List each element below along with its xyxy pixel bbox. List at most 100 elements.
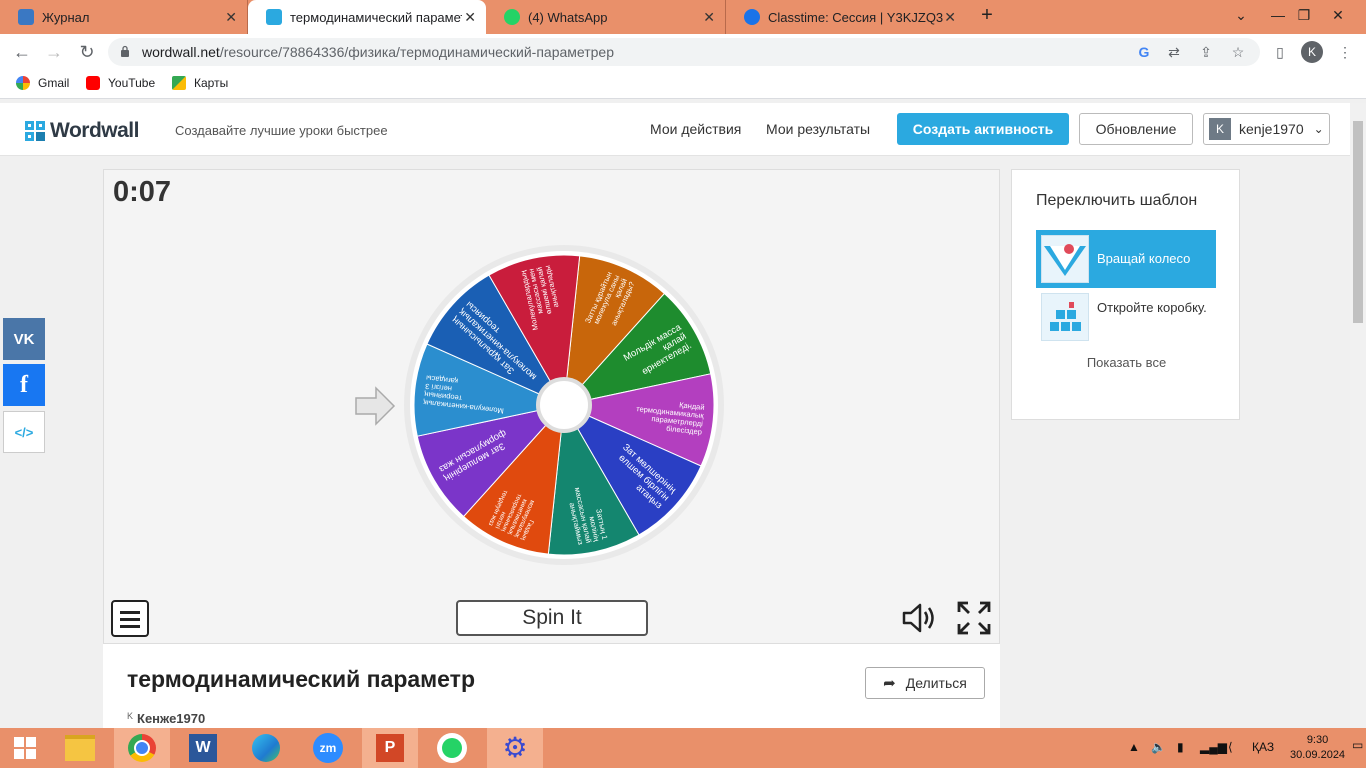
notifications-icon[interactable]: ▭ xyxy=(1352,738,1363,752)
taskbar-chrome[interactable] xyxy=(114,728,170,768)
browser-menu-icon[interactable]: ⋮ xyxy=(1337,44,1353,60)
google-icon xyxy=(16,76,30,90)
template-spin-wheel[interactable]: Вращай колесо xyxy=(1036,230,1216,288)
close-icon[interactable]: ✕ xyxy=(703,9,715,26)
profile-avatar[interactable]: K xyxy=(1301,41,1323,63)
start-button[interactable] xyxy=(0,728,50,768)
bookmark-youtube[interactable]: YouTube xyxy=(86,76,155,90)
windows-logo-icon xyxy=(14,737,36,759)
address-bar[interactable]: wordwall.net/resource/78864336/физика/те… xyxy=(108,38,1260,66)
fullscreen-icon[interactable] xyxy=(956,600,992,636)
author[interactable]: K Кенже1970 xyxy=(127,711,205,726)
taskbar-powerpoint[interactable]: P xyxy=(362,728,418,768)
translate-icon[interactable]: ⇄ xyxy=(1166,44,1182,60)
upgrade-button[interactable]: Обновление xyxy=(1079,113,1193,145)
facebook-share-button[interactable]: f xyxy=(3,364,45,406)
browser-toolbar: ← → ↻ wordwall.net/resource/78864336/физ… xyxy=(0,34,1366,70)
network-icon[interactable]: ▂▄▆ xyxy=(1200,740,1227,754)
gear-icon: ⚙ xyxy=(502,732,528,763)
tab-whatsapp[interactable]: (4) WhatsApp ✕ xyxy=(486,0,726,34)
youtube-icon xyxy=(86,76,100,90)
nav-my-activities[interactable]: Мои действия xyxy=(650,121,741,137)
tab-wordwall[interactable]: термодинамический параметр ✕ xyxy=(248,0,486,34)
lock-icon xyxy=(121,45,129,57)
google-icon[interactable]: G xyxy=(1136,44,1152,60)
bookmark-star-icon[interactable]: ☆ xyxy=(1230,44,1246,60)
taskbar-file-explorer[interactable] xyxy=(52,728,108,768)
vk-share-button[interactable]: VK xyxy=(3,318,45,360)
url-host: wordwall.net xyxy=(142,44,220,60)
chevron-down-icon: ⌄ xyxy=(1313,122,1324,136)
back-icon[interactable]: ← xyxy=(11,41,33,63)
tab-journal[interactable]: Журнал ✕ xyxy=(0,0,248,34)
zoom-icon: zm xyxy=(313,733,343,763)
tab-title: Classtime: Сессия | Y3KJZQ3 xyxy=(768,9,944,25)
volume-icon[interactable] xyxy=(901,601,937,635)
menu-button[interactable] xyxy=(111,600,149,637)
activity-player: 0:07 Затты құрайтынмолекула санықалайаны… xyxy=(103,169,1000,644)
system-clock[interactable]: 9:30 30.09.2024 xyxy=(1290,733,1345,763)
logo-text: Wordwall xyxy=(50,119,139,142)
classtime-favicon-icon xyxy=(744,9,760,25)
taskbar-settings[interactable]: ⚙ xyxy=(487,728,543,768)
bookmark-gmail[interactable]: Gmail xyxy=(16,76,69,90)
bookmarks-bar: Gmail YouTube Карты xyxy=(0,70,1366,99)
taskbar-word[interactable]: W xyxy=(175,728,231,768)
bookmark-label: Карты xyxy=(194,76,229,90)
keyboard-language[interactable]: ҚАЗ xyxy=(1252,740,1274,754)
activity-title: термодинамический параметр xyxy=(127,666,475,692)
forward-icon[interactable]: → xyxy=(43,41,65,63)
close-window-icon[interactable]: ✕ xyxy=(1322,0,1354,30)
facebook-icon: f xyxy=(20,371,28,398)
activity-info: термодинамический параметр ➦ Делиться KК… xyxy=(103,644,1000,728)
tab-title: термодинамический параметр xyxy=(290,9,462,25)
wheel-thumbnail-icon xyxy=(1041,235,1089,283)
panel-title: Переключить шаблон xyxy=(1036,192,1198,209)
new-tab-button[interactable]: + xyxy=(971,0,1003,30)
wordwall-logo[interactable]: Wordwall xyxy=(25,119,139,143)
browser-tab-strip: Журнал ✕ термодинамический параметр ✕ (4… xyxy=(0,0,1366,34)
site-header: Wordwall Создавайте лучшие уроки быстрее… xyxy=(0,103,1350,156)
volume-tray-icon[interactable]: 🔈 xyxy=(1151,740,1166,754)
template-open-box[interactable]: Откройте коробку. xyxy=(1036,288,1216,346)
spin-button[interactable]: Spin It xyxy=(456,600,648,636)
menu-line xyxy=(120,625,140,628)
embed-button[interactable]: </> xyxy=(3,411,45,453)
share-page-icon[interactable]: ⇪ xyxy=(1198,44,1214,60)
template-label: Вращай колесо xyxy=(1097,251,1191,266)
embed-code-icon: </> xyxy=(14,424,34,440)
side-panel-icon[interactable]: ▯ xyxy=(1272,44,1288,60)
wordwall-favicon-icon xyxy=(266,9,282,25)
battery-icon[interactable]: ▮ xyxy=(1177,740,1184,754)
taskbar-whatsapp[interactable] xyxy=(424,728,480,768)
close-icon[interactable]: ✕ xyxy=(464,9,476,26)
taskbar-zoom[interactable]: zm xyxy=(300,728,356,768)
close-icon[interactable]: ✕ xyxy=(225,9,237,26)
show-all-link[interactable]: Показать все xyxy=(1012,355,1241,370)
notification-bell-icon[interactable]: ⟨ xyxy=(1228,740,1233,754)
timer: 0:07 xyxy=(113,176,172,208)
tab-title: (4) WhatsApp xyxy=(528,9,608,25)
close-icon[interactable]: ✕ xyxy=(944,9,956,26)
create-activity-button[interactable]: Создать активность xyxy=(897,113,1069,145)
user-menu-dropdown[interactable]: K kenje1970 ⌄ xyxy=(1203,113,1330,145)
share-button[interactable]: ➦ Делиться xyxy=(865,667,985,699)
tray-chevron-up-icon[interactable]: ▲ xyxy=(1128,740,1140,754)
scrollbar-thumb[interactable] xyxy=(1353,121,1363,323)
username: kenje1970 xyxy=(1239,121,1304,137)
tab-search-chevron-icon[interactable]: ⌄ xyxy=(1225,0,1257,30)
url-path: /resource/78864336/физика/термодинамичес… xyxy=(219,44,614,60)
reload-icon[interactable]: ↻ xyxy=(76,41,98,63)
bookmark-maps[interactable]: Карты xyxy=(172,76,228,90)
page-scrollbar[interactable] xyxy=(1350,103,1366,728)
restore-icon[interactable]: ❐ xyxy=(1288,0,1320,30)
user-avatar: K xyxy=(1209,118,1231,140)
spin-wheel[interactable]: Затты құрайтынмолекула санықалайанықтала… xyxy=(404,245,724,565)
taskbar-edge[interactable] xyxy=(238,728,294,768)
tagline: Создавайте лучшие уроки быстрее xyxy=(175,123,388,138)
share-label: Делиться xyxy=(905,675,967,691)
tab-classtime[interactable]: Classtime: Сессия | Y3KJZQ3 ✕ xyxy=(726,0,966,34)
nav-my-results[interactable]: Мои результаты xyxy=(766,121,870,137)
clock-date: 30.09.2024 xyxy=(1290,749,1346,761)
wordwall-logo-icon xyxy=(25,120,45,141)
